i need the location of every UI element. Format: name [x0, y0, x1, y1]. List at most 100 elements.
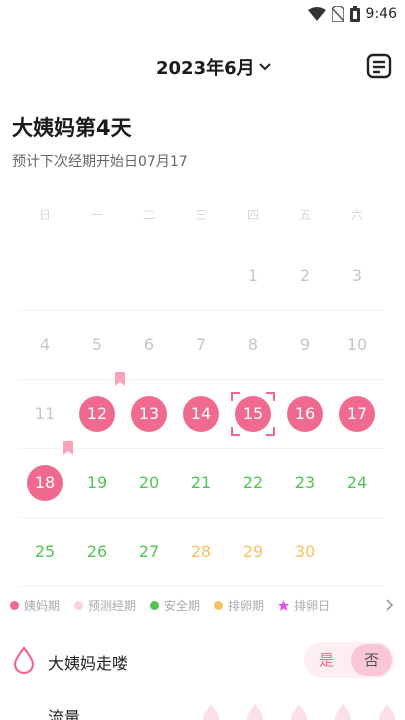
calendar-cell[interactable]: 1 — [227, 242, 279, 310]
month-label: 2023年6月 — [156, 58, 255, 79]
calendar-day[interactable]: 12 — [79, 396, 115, 432]
chevron-down-icon — [258, 63, 271, 71]
calendar-cell — [19, 242, 71, 310]
chevron-right-icon[interactable] — [386, 599, 394, 611]
calendar-day[interactable]: 14 — [183, 396, 219, 432]
flow-drop-icon[interactable] — [288, 702, 310, 720]
header: 2023年6月 — [0, 50, 405, 84]
calendar-day[interactable]: 10 — [339, 327, 375, 363]
legend-item: 排卵日 — [278, 597, 330, 614]
calendar-cell[interactable]: 2 — [279, 242, 331, 310]
calendar-day[interactable]: 30 — [287, 534, 323, 570]
calendar-cell[interactable]: 22 — [227, 449, 279, 517]
calendar-day[interactable]: 26 — [79, 534, 115, 570]
flow-row: 流量 — [0, 700, 405, 720]
calendar-cell[interactable]: 17 — [331, 380, 383, 448]
weekday-fri: 五 — [298, 208, 311, 222]
weekday-wed: 三 — [194, 208, 207, 222]
calendar-day[interactable]: 13 — [131, 396, 167, 432]
calendar-cell[interactable]: 7 — [175, 311, 227, 379]
flow-drop-icon[interactable] — [332, 702, 354, 720]
calendar-cell[interactable]: 29 — [227, 518, 279, 586]
calendar-cell[interactable]: 20 — [123, 449, 175, 517]
calendar-cell — [331, 518, 383, 586]
calendar-cell[interactable]: 28 — [175, 518, 227, 586]
calendar-cell[interactable]: 14 — [175, 380, 227, 448]
legend-label: 排卵期 — [228, 599, 265, 613]
calendar-cell[interactable]: 13 — [123, 380, 175, 448]
legend-label: 姨妈期 — [24, 599, 61, 613]
drop-icon — [13, 646, 35, 674]
calendar-day[interactable]: 28 — [183, 534, 219, 570]
calendar-cell[interactable]: 15 — [227, 380, 279, 448]
calendar-day[interactable]: 7 — [183, 327, 219, 363]
calendar-day[interactable]: 25 — [27, 534, 63, 570]
weekday-thu: 四 — [246, 208, 259, 222]
calendar-day[interactable]: 27 — [131, 534, 167, 570]
calendar-day[interactable]: 5 — [79, 327, 115, 363]
legend-dot — [214, 601, 224, 610]
calendar-day[interactable]: 2 — [287, 258, 323, 294]
calendar-day[interactable]: 24 — [339, 465, 375, 501]
legend-dot — [150, 601, 160, 610]
flow-label: 流量 — [48, 708, 81, 720]
calendar-day[interactable]: 15 — [235, 396, 271, 432]
legend-dot — [74, 601, 84, 610]
calendar-cell[interactable]: 24 — [331, 449, 383, 517]
calendar-day[interactable]: 23 — [287, 465, 323, 501]
calendar-cell[interactable]: 18 — [19, 441, 73, 517]
status-bar: 9:46 — [0, 0, 405, 30]
calendar-cell[interactable]: 23 — [279, 449, 331, 517]
legend-label: 安全期 — [164, 599, 201, 613]
calendar-cell[interactable]: 16 — [279, 380, 331, 448]
calendar-day[interactable]: 4 — [27, 327, 63, 363]
calendar-day[interactable]: 18 — [27, 465, 63, 501]
calendar-cell[interactable]: 30 — [279, 518, 331, 586]
calendar-cell[interactable]: 3 — [331, 242, 383, 310]
calendar-week-row: 25 26 27 28 29 30 — [19, 518, 385, 587]
flow-drop-icon[interactable] — [244, 702, 266, 720]
calendar-day[interactable]: 6 — [131, 327, 167, 363]
calendar-cell[interactable]: 9 — [279, 311, 331, 379]
calendar-day[interactable]: 16 — [287, 396, 323, 432]
calendar-cell[interactable]: 4 — [19, 311, 71, 379]
weekday-sun: 日 — [38, 208, 51, 222]
flow-drop-icon[interactable] — [376, 702, 398, 720]
calendar-cell[interactable]: 10 — [331, 311, 383, 379]
calendar-week-row: 11 12 13 14 15 16 17 — [19, 372, 385, 449]
calendar-cell[interactable]: 21 — [175, 449, 227, 517]
calendar-cell[interactable]: 26 — [71, 518, 123, 586]
calendar-day[interactable]: 17 — [339, 396, 375, 432]
calendar-day[interactable]: 22 — [235, 465, 271, 501]
period-end-label: 大姨妈走喽 — [48, 654, 129, 673]
toggle-no-option[interactable]: 否 — [351, 644, 392, 676]
flow-drop-icon[interactable] — [200, 702, 222, 720]
period-end-toggle[interactable]: 是 否 — [304, 642, 394, 678]
calendar-day[interactable]: 21 — [183, 465, 219, 501]
calendar-cell[interactable]: 6 — [123, 311, 175, 379]
calendar-day[interactable]: 3 — [339, 258, 375, 294]
month-picker[interactable]: 2023年6月 — [156, 54, 271, 80]
calendar-cell[interactable]: 11 — [19, 380, 71, 448]
calendar-cell[interactable]: 19 — [71, 449, 123, 517]
weekday-tue: 二 — [142, 208, 155, 222]
calendar-cell[interactable]: 8 — [227, 311, 279, 379]
next-period-prediction: 预计下次经期开始日07月17 — [12, 154, 188, 170]
calendar-day[interactable]: 29 — [235, 534, 271, 570]
toggle-yes-option[interactable]: 是 — [304, 642, 349, 678]
calendar-day[interactable]: 11 — [27, 396, 63, 432]
legend-item: 安全期 — [150, 597, 200, 614]
calendar-cell[interactable]: 5 — [71, 311, 123, 379]
calendar-cell[interactable]: 25 — [19, 518, 71, 586]
calendar-day[interactable]: 1 — [235, 258, 271, 294]
calendar-cell[interactable]: 27 — [123, 518, 175, 586]
calendar-day[interactable]: 19 — [79, 465, 115, 501]
weekday-sat: 六 — [350, 208, 363, 222]
notes-icon[interactable] — [365, 52, 393, 80]
calendar-day[interactable]: 9 — [287, 327, 323, 363]
legend-dot — [10, 601, 19, 610]
calendar-cell[interactable]: 12 — [71, 372, 125, 448]
calendar-day[interactable]: 8 — [235, 327, 271, 363]
calendar-day[interactable]: 20 — [131, 465, 167, 501]
flow-level-selector — [200, 702, 398, 720]
